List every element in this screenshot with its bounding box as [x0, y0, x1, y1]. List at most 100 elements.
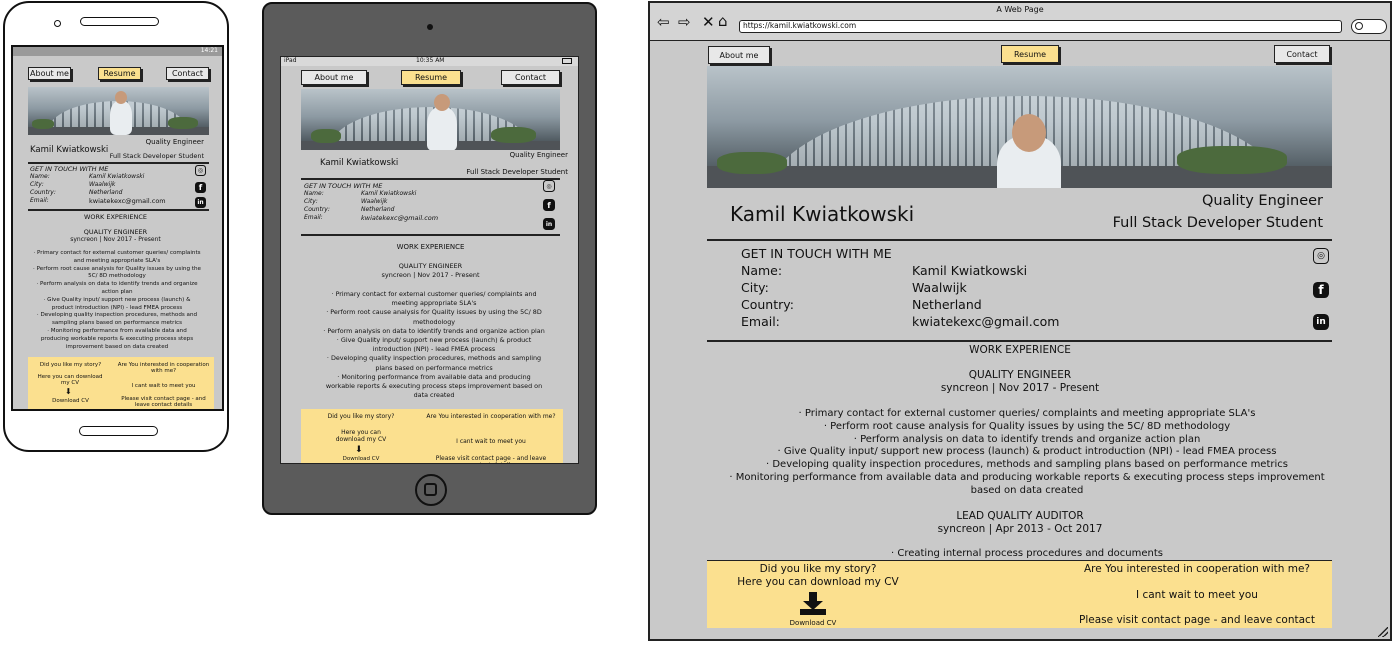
contact-email-value[interactable]: kwiatekexc@gmail.com	[912, 314, 1059, 329]
download-cv-label[interactable]: Download CV	[28, 398, 113, 404]
experience-heading: WORK EXPERIENCE	[83, 213, 148, 221]
footer-story: Did you like my story?	[327, 413, 395, 420]
contact-name-value: Kamil Kwiatkowski	[912, 263, 1028, 278]
nav-about-button[interactable]: About me	[708, 46, 770, 64]
divider	[707, 340, 1332, 342]
footer: Did you like my story? Here you can down…	[707, 560, 1332, 628]
linkedin-icon[interactable]: in	[543, 218, 555, 230]
instagram-icon[interactable]: ◎	[195, 165, 206, 176]
close-icon[interactable]: ✕	[702, 13, 715, 31]
phone-mockup: 14:21 About me Resume Contact Quality En…	[3, 1, 229, 452]
tablet-camera	[427, 24, 433, 30]
download-icon[interactable]: ⬇	[65, 387, 72, 396]
footer-visit: Please visit contact page - and leave co…	[121, 396, 206, 408]
list-item: · Monitoring performance from available …	[325, 372, 543, 400]
role-title: Quality Engineer	[145, 138, 204, 146]
tablet-mockup: iPad 10:35 AM About me Resume Contact Qu…	[262, 2, 597, 515]
phone-screen: 14:21 About me Resume Contact Quality En…	[11, 45, 224, 411]
nav-contact-label: Contact	[1286, 49, 1318, 59]
footer-story: Did you like my story?	[759, 563, 877, 575]
tablet-home-button[interactable]	[415, 474, 447, 506]
contact-email-value[interactable]: kwiatekexc@gmail.com	[361, 214, 438, 222]
browser-title: A Web Page	[996, 5, 1044, 14]
instagram-icon[interactable]: ◎	[543, 180, 555, 192]
contact-heading: GET IN TOUCH WITH ME	[30, 165, 109, 173]
download-cv-label[interactable]: Download CV	[301, 456, 421, 462]
tablet-status-time: 10:35 AM	[416, 57, 445, 64]
contact-name-label: Name:	[304, 190, 324, 197]
resize-handle-icon[interactable]	[1378, 627, 1388, 637]
forward-arrow-icon[interactable]: ⇨	[678, 13, 691, 31]
contact-country-value: Netherland	[89, 189, 123, 196]
tablet-screen: iPad 10:35 AM About me Resume Contact Qu…	[280, 56, 579, 464]
contact-name-value: Kamil Kwiatkowski	[89, 173, 145, 180]
contact-city-label: City:	[30, 181, 44, 188]
nav-contact-button[interactable]: Contact	[501, 70, 560, 85]
list-item: · Give Quality input/ support new proces…	[336, 336, 532, 354]
battery-icon	[562, 58, 572, 64]
contact-city-value: Waalwijk	[912, 280, 967, 295]
list-item: · Perform analysis on data to identify t…	[853, 433, 1201, 445]
contact-country-value: Netherland	[361, 206, 395, 213]
nav-contact-button[interactable]: Contact	[1274, 45, 1330, 63]
hero-image	[301, 89, 560, 150]
nav-resume-button[interactable]: Resume	[1001, 45, 1059, 63]
list-item: · Give Quality input/ support new proces…	[43, 296, 191, 311]
linkedin-icon[interactable]: in	[195, 197, 206, 208]
footer-coop: Are You interested in cooperation with m…	[426, 413, 556, 420]
facebook-icon[interactable]: f	[1313, 282, 1329, 298]
contact-country-label: Country:	[30, 189, 56, 196]
contact-name-label: Name:	[30, 173, 50, 180]
divider	[301, 234, 560, 236]
list-item: · Monitoring performance from available …	[729, 471, 1325, 496]
back-arrow-icon[interactable]: ⇦	[657, 13, 670, 31]
list-item: · Developing quality inspection procedur…	[36, 312, 198, 327]
instagram-icon[interactable]: ◎	[1313, 248, 1329, 264]
nav-resume-button[interactable]: Resume	[401, 70, 461, 85]
job1-title: QUALITY ENGINEER	[968, 369, 1072, 381]
job1-list: · Primary contact for external customer …	[323, 290, 545, 400]
facebook-icon[interactable]: f	[543, 199, 555, 211]
profile-name: Kamil Kwiatkowski	[730, 202, 915, 226]
home-icon[interactable]: ⌂	[718, 12, 728, 30]
contact-city-label: City:	[741, 280, 769, 295]
footer-visit: Please visit contact page - and leave co…	[1079, 614, 1315, 626]
facebook-icon[interactable]: f	[195, 182, 206, 193]
job1-title: QUALITY ENGINEER	[83, 228, 148, 236]
list-item: · Developing quality inspection procedur…	[766, 459, 1288, 471]
role-title: Quality Engineer	[509, 151, 568, 159]
job1-list: · Primary contact for external customer …	[33, 250, 201, 351]
nav-contact-button[interactable]: Contact	[166, 67, 209, 80]
nav-resume-button[interactable]: Resume	[98, 67, 141, 80]
nav-about-label: About me	[30, 69, 69, 78]
footer-coop: Are You interested in cooperation with m…	[1084, 563, 1310, 575]
footer-visit: Please visit contact page - and leave co…	[435, 455, 547, 463]
job2-title: LEAD QUALITY AUDITOR	[956, 510, 1084, 522]
experience-heading: WORK EXPERIENCE	[969, 344, 1071, 356]
footer-download-text: Here you can download my CV	[737, 576, 899, 588]
nav-about-button[interactable]: About me	[301, 70, 367, 85]
list-item: · Monitoring performance from available …	[40, 327, 194, 350]
job1-period: syncreon | Nov 2017 - Present	[940, 382, 1100, 394]
role-subtitle: Full Stack Developer Student	[109, 152, 204, 160]
contact-name-label: Name:	[741, 263, 783, 278]
linkedin-icon[interactable]: in	[1313, 314, 1329, 330]
search-icon[interactable]	[1351, 19, 1387, 34]
footer-download-text: Here you can download my CV	[37, 374, 103, 386]
tablet-status-bar: iPad 10:35 AM	[281, 57, 578, 66]
profile-name: Kamil Kwiatkowski	[30, 145, 109, 155]
download-cv-label[interactable]: Download CV	[707, 619, 919, 627]
hero-image	[707, 66, 1332, 188]
nav-about-button[interactable]: About me	[28, 67, 71, 80]
phone-speaker	[80, 17, 159, 26]
contact-email-value[interactable]: kwiatekexc@gmail.com	[89, 197, 166, 205]
url-bar[interactable]: https://kamil.kwiatkowski.com	[739, 20, 1342, 33]
contact-heading: GET IN TOUCH WITH ME	[741, 246, 892, 261]
nav-contact-label: Contact	[514, 73, 547, 82]
job1-period: syncreon | Nov 2017 - Present	[70, 236, 161, 243]
contact-city-value: Waalwijk	[89, 181, 116, 188]
phone-home-button[interactable]	[79, 426, 158, 436]
download-icon[interactable]: ⬇	[355, 445, 363, 455]
phone-speaker-dot	[54, 20, 61, 27]
download-icon[interactable]	[799, 592, 827, 616]
